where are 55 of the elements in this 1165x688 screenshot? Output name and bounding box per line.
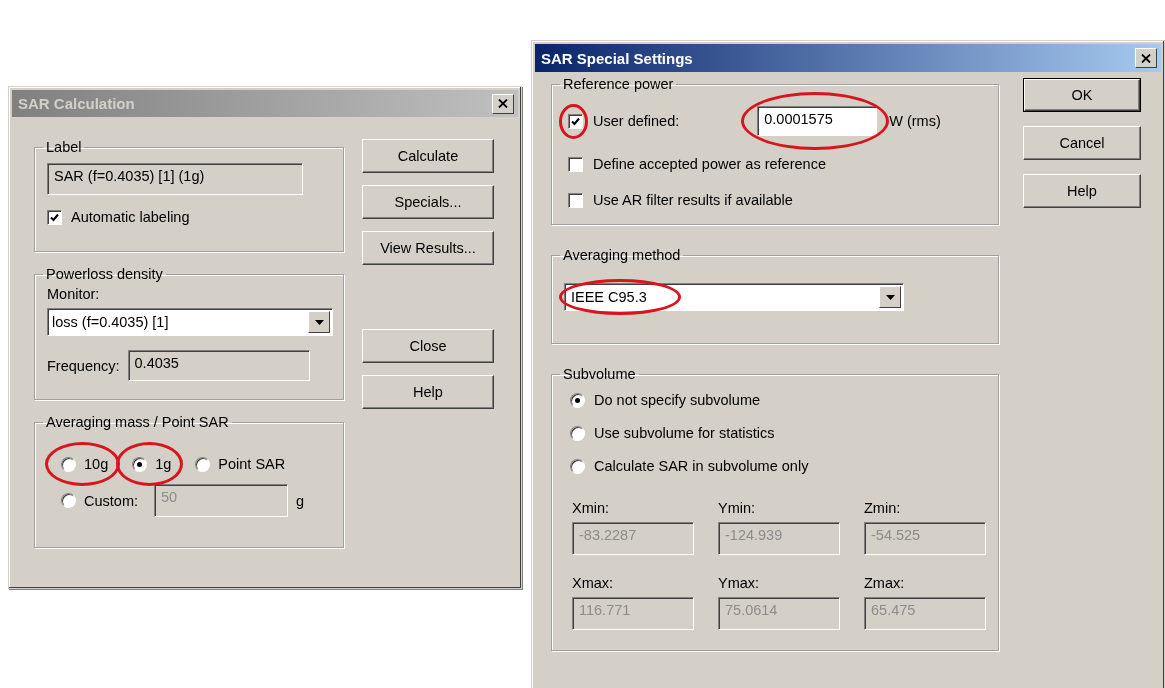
label-field[interactable]: SAR (f=0.4035) [1] (1g) (47, 163, 303, 195)
radio-button[interactable] (61, 456, 76, 472)
coordinate-label: Zmin: (864, 500, 902, 516)
group-title: Label (45, 139, 83, 155)
dialog-button[interactable]: Help (1023, 174, 1141, 208)
dialog-button[interactable]: Cancel (1023, 126, 1141, 160)
dialog-button[interactable]: View Results... (362, 231, 494, 265)
window-title: SAR Special Settings (541, 49, 693, 67)
frequency-label: Frequency: (47, 357, 120, 374)
checkbox-label: User defined: (593, 113, 680, 129)
dialog-button[interactable]: Calculate (362, 139, 494, 173)
checkbox-label: Use AR filter results if available (593, 192, 793, 208)
radio-button[interactable] (195, 456, 211, 472)
window-title: SAR Calculation (18, 95, 135, 112)
power-field[interactable]: 0.0001575 (757, 106, 878, 136)
unit-label: g (296, 492, 305, 509)
coordinate-label: Xmin: (572, 500, 611, 516)
dialog-button[interactable]: OK (1023, 78, 1141, 112)
group-title: Reference power (562, 76, 675, 92)
checkbox[interactable] (568, 113, 583, 129)
coordinate-label: Ymin: (718, 500, 757, 516)
radio-label: Custom: (84, 492, 138, 509)
dropdown-arrow-icon (314, 319, 324, 325)
frequency-field[interactable]: 0.4035 (127, 350, 310, 381)
radio-label: Point SAR (218, 456, 286, 472)
radio-label: 10g (84, 456, 109, 472)
group-title: Averaging method (562, 247, 682, 263)
coordinate-label: Ymax: (718, 575, 761, 591)
checkbox-label: Define accepted power as reference (593, 156, 826, 172)
group-title: Powerloss density (45, 266, 164, 282)
checkbox[interactable] (568, 192, 583, 208)
radio-button[interactable] (570, 458, 585, 474)
group-title: Subvolume (562, 366, 637, 382)
dialog-button[interactable]: Help (362, 375, 494, 409)
close-button[interactable] (1135, 48, 1157, 68)
monitor-label: Monitor: (47, 286, 101, 302)
close-button[interactable] (492, 93, 514, 114)
radio-label: Use subvolume for statistics (594, 425, 775, 441)
radio-button[interactable] (61, 493, 76, 508)
monitor-dropdown[interactable]: loss (f=0.4035) [1] (47, 308, 333, 336)
radio-label: 1g (155, 456, 172, 472)
radio-label: Calculate SAR in subvolume only (594, 458, 809, 474)
dialog-button[interactable]: Specials... (362, 185, 494, 219)
checkbox[interactable] (568, 156, 583, 172)
dialog-button[interactable]: Close (362, 329, 494, 363)
dropdown-arrow-icon (885, 294, 895, 300)
close-icon (1141, 53, 1151, 63)
coordinate-label: Zmax: (864, 575, 906, 591)
unit-label: W (rms) (889, 113, 941, 129)
coordinate-label: Xmax: (572, 575, 615, 591)
close-icon (498, 99, 508, 108)
radio-label: Do not specify subvolume (594, 392, 761, 408)
checkbox-label: Automatic labeling (71, 209, 190, 225)
checkbox[interactable] (47, 209, 62, 225)
group-title: Averaging mass / Point SAR (45, 414, 230, 430)
